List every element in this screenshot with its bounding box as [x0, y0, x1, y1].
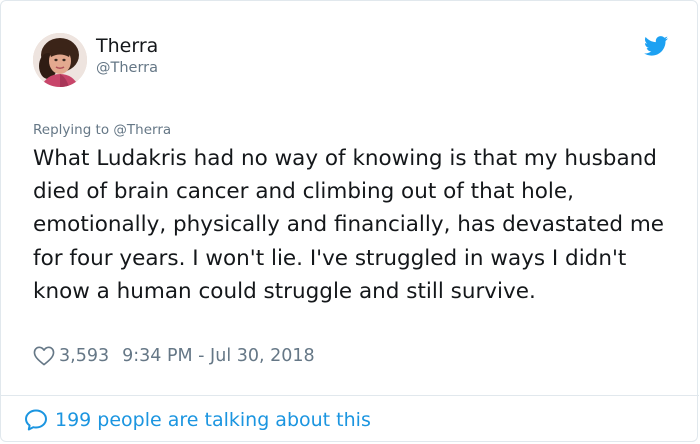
avatar[interactable] — [33, 33, 87, 87]
display-name[interactable]: Therra — [96, 35, 158, 57]
timestamp[interactable]: 9:34 PM - Jul 30, 2018 — [122, 346, 315, 366]
tweet-text: What Ludakris had no way of knowing is t… — [33, 146, 664, 304]
heart-icon[interactable] — [33, 346, 55, 366]
speech-bubble-icon — [25, 409, 47, 431]
like-count[interactable]: 3,593 — [59, 346, 109, 366]
divider — [1, 395, 699, 396]
user-handle[interactable]: @Therra — [96, 60, 158, 76]
replying-to-label: Replying to @Therra — [33, 122, 172, 138]
avatar-image — [33, 33, 87, 87]
tweet-card: Therra @Therra Replying to @Therra What … — [0, 0, 699, 442]
conversation-link[interactable]: 199 people are talking about this — [24, 405, 371, 435]
tweet-meta: 3,593 9:34 PM - Jul 30, 2018 — [33, 344, 315, 368]
conversation-text: 199 people are talking about this — [55, 409, 371, 431]
twitter-bird-icon[interactable] — [644, 36, 668, 56]
tweet-header: Therra @Therra — [33, 32, 673, 88]
